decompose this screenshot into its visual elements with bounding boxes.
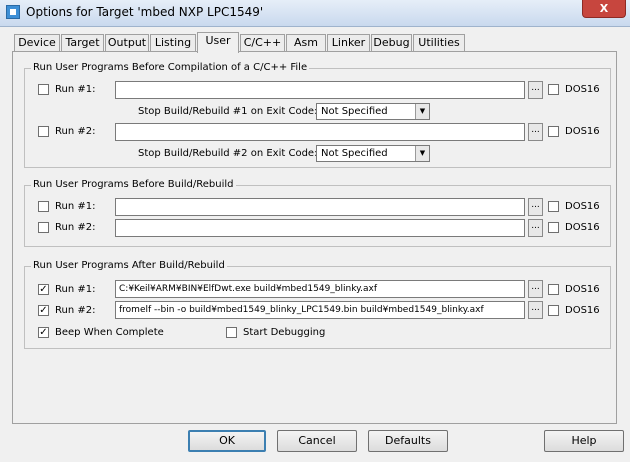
tab-debug[interactable]: Debug [371, 34, 412, 51]
run1-dos16-checkbox[interactable] [548, 201, 559, 212]
run1-dos16-label: DOS16 [565, 84, 600, 95]
stop2-exit-code-select[interactable]: Not Specified ▼ [316, 145, 430, 162]
stop1-selected-value: Not Specified [321, 106, 388, 117]
beep-label: Beep When Complete [55, 327, 164, 338]
run2-dos16-checkbox[interactable] [548, 305, 559, 316]
group-title: Run User Programs After Build/Rebuild [31, 260, 227, 271]
run1-checkbox[interactable] [38, 84, 49, 95]
defaults-button[interactable]: Defaults [368, 430, 448, 452]
run1-command-field[interactable] [115, 198, 525, 216]
tab-c-cpp[interactable]: C/C++ [240, 34, 285, 51]
group-title: Run User Programs Before Build/Rebuild [31, 179, 236, 190]
run2-checkbox[interactable] [38, 222, 49, 233]
tab-output[interactable]: Output [105, 34, 149, 51]
run2-dos16-checkbox[interactable] [548, 126, 559, 137]
tab-target[interactable]: Target [61, 34, 104, 51]
run2-checkbox[interactable] [38, 126, 49, 137]
cancel-button[interactable]: Cancel [277, 430, 357, 452]
run2-label: Run #2: [55, 126, 96, 137]
stop2-selected-value: Not Specified [321, 148, 388, 159]
start-debugging-checkbox[interactable] [226, 327, 237, 338]
run2-dos16-checkbox[interactable] [548, 222, 559, 233]
run1-label: Run #1: [55, 84, 96, 95]
run2-dos16-label: DOS16 [565, 126, 600, 137]
tab-listing[interactable]: Listing [150, 34, 196, 51]
help-button[interactable]: Help [544, 430, 624, 452]
group-before-build: Run User Programs Before Build/Rebuild R… [24, 179, 611, 247]
run2-dos16-label: DOS16 [565, 305, 600, 316]
stop1-label: Stop Build/Rebuild #1 on Exit Code: [138, 106, 318, 117]
stop1-exit-code-select[interactable]: Not Specified ▼ [316, 103, 430, 120]
run2-dos16-label: DOS16 [565, 222, 600, 233]
title-bar: Options for Target 'mbed NXP LPC1549' X [0, 0, 630, 27]
run1-command-field[interactable] [115, 81, 525, 99]
run1-browse-button[interactable]: ... [528, 280, 543, 298]
tab-device[interactable]: Device [14, 34, 60, 51]
run2-label: Run #2: [55, 222, 96, 233]
tab-linker[interactable]: Linker [327, 34, 370, 51]
run1-dos16-label: DOS16 [565, 201, 600, 212]
run2-command-field[interactable]: fromelf --bin -o build¥mbed1549_blinky_L… [115, 301, 525, 319]
beep-checkbox[interactable]: ✓ [38, 327, 49, 338]
run2-label: Run #2: [55, 305, 96, 316]
run2-command-field[interactable] [115, 123, 525, 141]
window-title: Options for Target 'mbed NXP LPC1549' [26, 5, 264, 19]
tab-user[interactable]: User [197, 32, 239, 53]
stop2-label: Stop Build/Rebuild #2 on Exit Code: [138, 148, 318, 159]
run1-label: Run #1: [55, 284, 96, 295]
run1-checkbox[interactable] [38, 201, 49, 212]
tab-asm[interactable]: Asm [286, 34, 326, 51]
ok-button[interactable]: OK [188, 430, 266, 452]
chevron-down-icon[interactable]: ▼ [415, 146, 429, 161]
run1-dos16-checkbox[interactable] [548, 284, 559, 295]
tab-utilities[interactable]: Utilities [413, 34, 465, 51]
start-debugging-label: Start Debugging [243, 327, 326, 338]
group-title: Run User Programs Before Compilation of … [31, 62, 310, 73]
app-icon [6, 5, 20, 19]
close-button[interactable]: X [582, 0, 626, 18]
run2-browse-button[interactable]: ... [528, 219, 543, 237]
run1-command-field[interactable]: C:¥Keil¥ARM¥BIN¥ElfDwt.exe build¥mbed154… [115, 280, 525, 298]
run1-browse-button[interactable]: ... [528, 198, 543, 216]
run2-browse-button[interactable]: ... [528, 123, 543, 141]
run1-dos16-label: DOS16 [565, 284, 600, 295]
run2-command-field[interactable] [115, 219, 525, 237]
group-after-build: Run User Programs After Build/Rebuild ✓ … [24, 260, 611, 349]
run1-checkbox[interactable]: ✓ [38, 284, 49, 295]
chevron-down-icon[interactable]: ▼ [415, 104, 429, 119]
run2-browse-button[interactable]: ... [528, 301, 543, 319]
group-before-compile: Run User Programs Before Compilation of … [24, 62, 611, 168]
user-tab-page: Run User Programs Before Compilation of … [12, 51, 617, 424]
run1-dos16-checkbox[interactable] [548, 84, 559, 95]
run2-checkbox[interactable]: ✓ [38, 305, 49, 316]
run1-browse-button[interactable]: ... [528, 81, 543, 99]
run1-label: Run #1: [55, 201, 96, 212]
